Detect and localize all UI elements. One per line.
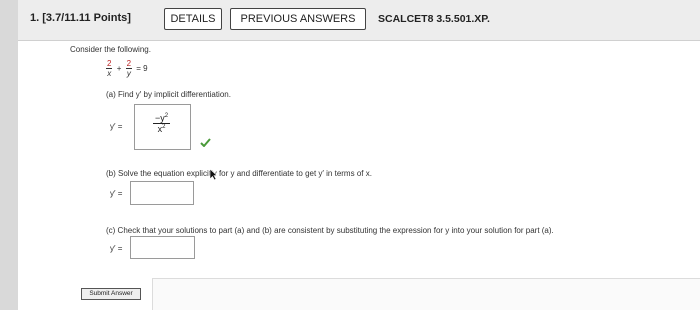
part-c-label: y′ = <box>110 244 123 253</box>
part-a-answer-fraction: −y2 x2 <box>153 113 171 134</box>
fraction-term1: 2 x <box>106 59 113 78</box>
part-c-prompt: (c) Check that your solutions to part (a… <box>106 226 554 235</box>
fraction-term2: 2 y <box>125 59 133 78</box>
term2-denominator: y <box>125 68 133 78</box>
plus-sign: + <box>116 63 122 73</box>
part-b-prompt: (b) Solve the equation explicitly for y … <box>106 169 372 178</box>
answer-numerator: −y <box>155 113 165 123</box>
term1-denominator: x <box>106 68 113 78</box>
part-a-label: y′ = <box>110 122 123 131</box>
equals-value: = 9 <box>136 63 148 73</box>
mouse-cursor-icon <box>209 168 218 181</box>
question-header: 1. [3.7/11.11 Points] DETAILS PREVIOUS A… <box>18 0 700 41</box>
details-button[interactable]: DETAILS <box>164 8 222 30</box>
part-c-answer-input[interactable] <box>130 236 195 259</box>
part-a-answer-input[interactable]: −y2 x2 <box>134 104 191 150</box>
term1-numerator: 2 <box>107 59 112 68</box>
denominator-exponent: 2 <box>162 124 166 130</box>
numerator-exponent: 2 <box>164 113 169 119</box>
problem-id: SCALCET8 3.5.501.XP. <box>378 13 490 25</box>
part-b-label: y′ = <box>110 189 123 198</box>
question-number: 1. [3.7/11.11 Points] <box>30 12 131 24</box>
part-b-answer-input[interactable] <box>130 181 194 205</box>
part-a-prompt: (a) Find y′ by implicit differentiation. <box>106 90 231 99</box>
previous-answers-button[interactable]: PREVIOUS ANSWERS <box>230 8 366 30</box>
problem-intro: Consider the following. <box>70 45 151 54</box>
submit-area <box>152 278 700 310</box>
given-equation: 2 x + 2 y = 9 <box>106 59 148 78</box>
term2-numerator: 2 <box>126 59 132 68</box>
submit-answer-button[interactable]: Submit Answer <box>81 288 141 300</box>
question-card: 1. [3.7/11.11 Points] DETAILS PREVIOUS A… <box>18 0 700 310</box>
correct-check-icon <box>200 138 211 147</box>
